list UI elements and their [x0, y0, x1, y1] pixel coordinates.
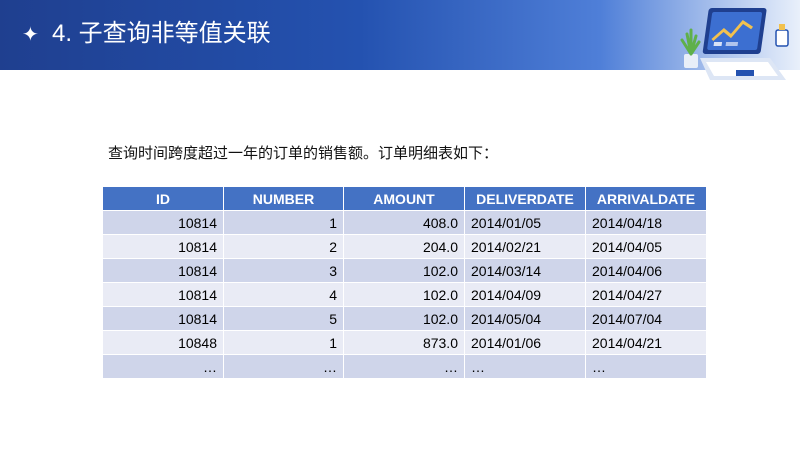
cell-amount: 102.0 [343, 282, 465, 307]
cell-number: 5 [223, 306, 344, 331]
table-row: 10814 2 204.0 2014/02/21 2014/04/05 [102, 234, 707, 259]
cell-number: 1 [223, 210, 344, 235]
plant-icon [680, 28, 701, 68]
cell-arrivaldate: 2014/04/21 [585, 330, 707, 355]
cell-id: 10814 [102, 258, 224, 283]
cell-arrivaldate: 2014/04/27 [585, 282, 707, 307]
col-arrivaldate: ARRIVALDATE [585, 186, 707, 211]
cell-id: 10814 [102, 234, 224, 259]
cell-arrivaldate: 2014/07/04 [585, 306, 707, 331]
cell-arrivaldate: 2014/04/05 [585, 234, 707, 259]
cell-amount: 873.0 [343, 330, 465, 355]
cell-id: … [102, 354, 224, 379]
col-amount: AMOUNT [343, 186, 465, 211]
cell-deliverdate: 2014/05/04 [464, 306, 586, 331]
cell-number: 3 [223, 258, 344, 283]
cell-arrivaldate: 2014/04/18 [585, 210, 707, 235]
cell-deliverdate: 2014/02/21 [464, 234, 586, 259]
table-row: 10814 3 102.0 2014/03/14 2014/04/06 [102, 258, 707, 283]
cell-id: 10848 [102, 330, 224, 355]
cell-deliverdate: 2014/04/09 [464, 282, 586, 307]
col-deliverdate: DELIVERDATE [464, 186, 586, 211]
col-id: ID [102, 186, 224, 211]
sparkle-bullet-icon: ✦ [22, 22, 39, 46]
cell-number: 4 [223, 282, 344, 307]
cell-number: 1 [223, 330, 344, 355]
slide-title: 4. 子查询非等值关联 [52, 20, 271, 47]
cell-amount: 204.0 [343, 234, 465, 259]
table-row: 10814 1 408.0 2014/01/05 2014/04/18 [102, 210, 707, 235]
cell-arrivaldate: 2014/04/06 [585, 258, 707, 283]
cell-deliverdate: … [464, 354, 586, 379]
order-detail-table: ID NUMBER AMOUNT DELIVERDATE ARRIVALDATE… [102, 186, 707, 379]
intro-text: 查询时间跨度超过一年的订单的销售额。订单明细表如下： [108, 144, 499, 162]
cell-id: 10814 [102, 210, 224, 235]
cell-arrivaldate: … [585, 354, 707, 379]
cell-id: 10814 [102, 282, 224, 307]
cell-deliverdate: 2014/01/05 [464, 210, 586, 235]
cell-amount: 102.0 [343, 306, 465, 331]
cell-number: … [223, 354, 344, 379]
cell-deliverdate: 2014/03/14 [464, 258, 586, 283]
cell-amount: 102.0 [343, 258, 465, 283]
table-row: 10814 4 102.0 2014/04/09 2014/04/27 [102, 282, 707, 307]
table-row: 10848 1 873.0 2014/01/06 2014/04/21 [102, 330, 707, 355]
cell-amount: … [343, 354, 465, 379]
laptop-analytics-illustration [680, 8, 789, 80]
col-number: NUMBER [223, 186, 344, 211]
table-row: 10814 5 102.0 2014/05/04 2014/07/04 [102, 306, 707, 331]
cell-amount: 408.0 [343, 210, 465, 235]
table-header-row: ID NUMBER AMOUNT DELIVERDATE ARRIVALDATE [102, 186, 707, 211]
cell-deliverdate: 2014/01/06 [464, 330, 586, 355]
cell-id: 10814 [102, 306, 224, 331]
cell-number: 2 [223, 234, 344, 259]
table-row: … … … … … [102, 354, 707, 379]
